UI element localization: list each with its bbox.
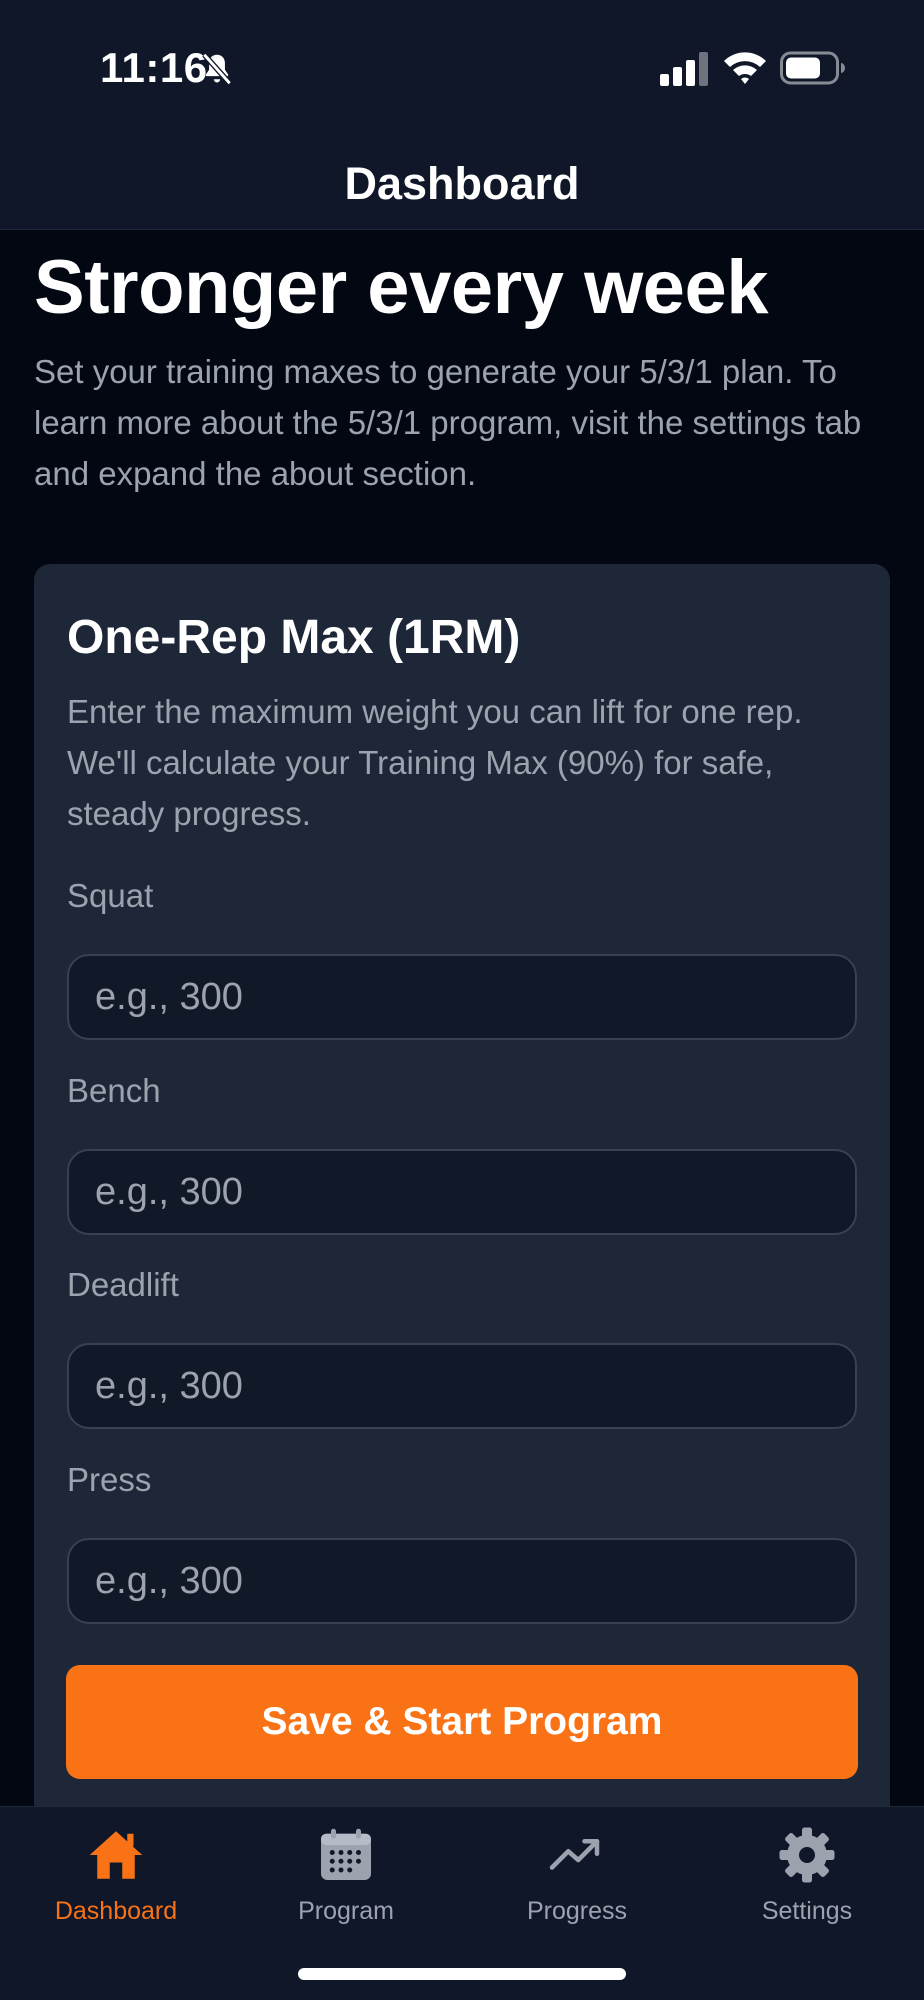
squat-label: Squat xyxy=(67,877,154,914)
tab-label-progress: Progress xyxy=(526,1897,628,1925)
card-description: Enter the maximum weight you can lift fo… xyxy=(67,693,803,832)
gear-icon xyxy=(779,1827,835,1883)
cellular-signal-icon xyxy=(660,52,708,86)
calendar-icon xyxy=(321,1828,371,1880)
hero-subtitle: Set your training maxes to generate your… xyxy=(34,353,862,492)
tab-label-settings: Settings xyxy=(761,1897,853,1925)
deadlift-input[interactable] xyxy=(67,1343,857,1429)
top-bar: 11:16 Dashboard xyxy=(0,0,924,230)
tab-dashboard[interactable]: Dashboard xyxy=(16,1825,216,1945)
app-screen: 11:16 Dashboard Stronger every week Set … xyxy=(0,0,924,2000)
one-rep-max-card: One-Rep Max (1RM) Enter the maximum weig… xyxy=(34,564,890,1824)
squat-input[interactable] xyxy=(67,954,857,1040)
tab-settings[interactable]: Settings xyxy=(707,1825,907,1945)
deadlift-label: Deadlift xyxy=(67,1266,179,1303)
save-start-program-button[interactable]: Save & Start Program xyxy=(66,1665,858,1779)
bench-label: Bench xyxy=(67,1072,161,1109)
bench-input[interactable] xyxy=(67,1149,857,1235)
home-icon xyxy=(89,1831,143,1879)
press-input[interactable] xyxy=(67,1538,857,1624)
wifi-icon xyxy=(724,52,766,84)
tab-program[interactable]: Program xyxy=(246,1825,446,1945)
trending-up-icon xyxy=(549,1839,600,1870)
tab-label-program: Program xyxy=(298,1897,394,1925)
bell-muted-icon xyxy=(202,52,232,86)
tab-progress[interactable]: Progress xyxy=(477,1825,677,1945)
page-title: Dashboard xyxy=(344,158,580,209)
card-title: One-Rep Max (1RM) xyxy=(67,611,521,664)
status-time: 11:16 xyxy=(100,44,208,91)
home-indicator xyxy=(298,1968,626,1980)
tab-label-dashboard: Dashboard xyxy=(54,1897,178,1925)
hero-title: Stronger every week xyxy=(34,245,769,330)
press-label: Press xyxy=(67,1461,152,1498)
battery-icon xyxy=(780,51,845,85)
